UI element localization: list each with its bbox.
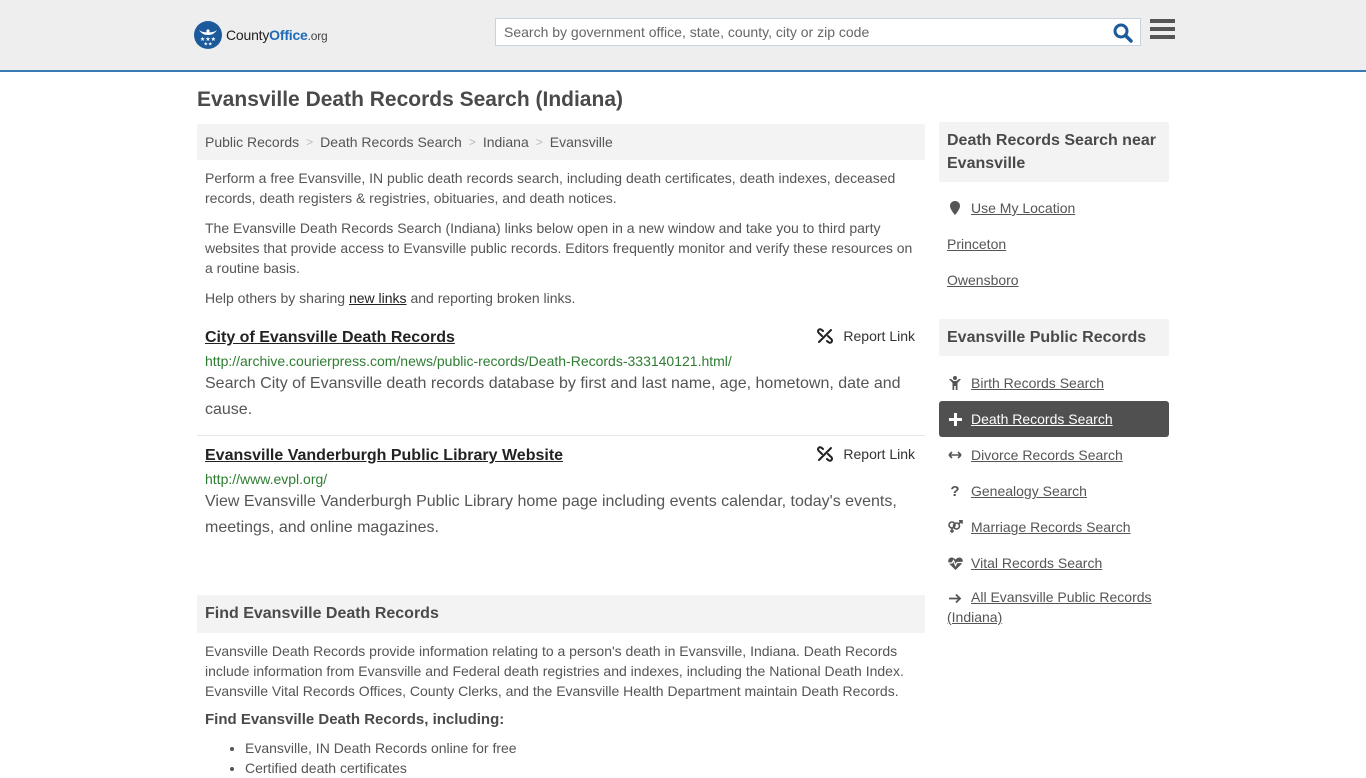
venus-mars-icon xyxy=(947,520,963,534)
public-records-heading: Evansville Public Records xyxy=(939,319,1169,356)
hamburger-menu-icon xyxy=(1150,19,1175,23)
princeton-link[interactable]: Princeton xyxy=(947,236,1006,252)
list-item: Certified death certificates xyxy=(245,758,917,778)
help-text: and reporting broken links. xyxy=(406,290,576,306)
owensboro-link[interactable]: Owensboro xyxy=(947,272,1019,288)
list-item: Evansville, IN Death Records online for … xyxy=(245,738,917,758)
breadcrumb-public-records[interactable]: Public Records xyxy=(205,134,299,150)
plus-icon xyxy=(947,412,963,426)
result-description: Search City of Evansville death records … xyxy=(205,375,901,418)
result-title-link[interactable]: City of Evansville Death Records xyxy=(205,326,455,350)
new-links-link[interactable]: new links xyxy=(349,290,407,306)
divorce-records-link[interactable]: Divorce Records Search xyxy=(971,447,1123,463)
find-records-subheading: Find Evansville Death Records, including… xyxy=(205,711,505,728)
nearby-heading: Death Records Search near Evansville xyxy=(939,122,1169,182)
sidebar-item-vital-records[interactable]: Vital Records Search xyxy=(939,545,1169,581)
breadcrumb-separator: > xyxy=(535,135,543,149)
arrow-right-icon xyxy=(947,593,963,604)
all-public-records-link[interactable]: All Evansville Public Records (Indiana) xyxy=(947,589,1152,625)
death-records-link[interactable]: Death Records Search xyxy=(971,411,1113,427)
search-button[interactable] xyxy=(1112,22,1134,44)
report-link-label: Report Link xyxy=(843,446,915,462)
sidebar-item-birth-records[interactable]: Birth Records Search xyxy=(939,365,1169,401)
result-title-link[interactable]: Evansville Vanderburgh Public Library We… xyxy=(205,444,563,468)
sidebar-item-owensboro[interactable]: Owensboro xyxy=(939,262,1169,298)
breadcrumb-separator: > xyxy=(468,135,476,149)
breadcrumb-separator: > xyxy=(306,135,314,149)
use-my-location-link[interactable]: Use My Location xyxy=(971,200,1075,216)
genealogy-link[interactable]: Genealogy Search xyxy=(971,483,1087,499)
heartbeat-icon xyxy=(947,556,963,570)
svg-text:★★: ★★ xyxy=(204,42,213,47)
find-records-list: Evansville, IN Death Records online for … xyxy=(197,728,925,778)
logo-text: CountyOffice.org xyxy=(226,27,328,43)
sidebar: Death Records Search near Evansville Use… xyxy=(939,122,1169,627)
result-url: http://www.evpl.org/ xyxy=(205,471,328,487)
intro-paragraph: The Evansville Death Records Search (Ind… xyxy=(205,220,913,276)
hamburger-bar xyxy=(1150,27,1175,31)
help-text: Help others by sharing xyxy=(205,290,349,306)
logo-eagle-icon: ★★★ ★★ xyxy=(194,21,222,49)
nearby-list: Use My Location Princeton Owensboro xyxy=(939,182,1169,298)
help-paragraph: Help others by sharing new links and rep… xyxy=(205,288,917,308)
broken-link-icon xyxy=(817,446,834,462)
breadcrumb: Public Records > Death Records Search > … xyxy=(197,124,925,160)
page-title: Evansville Death Records Search (Indiana… xyxy=(197,88,623,111)
map-marker-icon xyxy=(947,201,963,215)
marriage-records-link[interactable]: Marriage Records Search xyxy=(971,519,1131,535)
main-content: Public Records > Death Records Search > … xyxy=(197,124,925,778)
breadcrumb-death-records-search[interactable]: Death Records Search xyxy=(320,134,462,150)
site-header: ★★★ ★★ CountyOffice.org xyxy=(0,0,1366,72)
search-icon xyxy=(1113,23,1133,43)
report-link-button[interactable]: Report Link xyxy=(817,446,915,462)
child-icon xyxy=(947,376,963,390)
report-link-button[interactable]: Report Link xyxy=(817,328,915,344)
public-records-list: Birth Records Search Death Records Searc… xyxy=(939,356,1169,627)
vital-records-link[interactable]: Vital Records Search xyxy=(971,555,1102,571)
arrows-horizontal-icon xyxy=(947,450,963,460)
sidebar-item-all-public-records[interactable]: All Evansville Public Records (Indiana) xyxy=(939,581,1169,627)
hamburger-bar xyxy=(1150,35,1175,39)
find-records-paragraph: Evansville Death Records provide informa… xyxy=(205,643,904,699)
result-item: Evansville Vanderburgh Public Library We… xyxy=(197,435,925,553)
result-description: View Evansville Vanderburgh Public Libra… xyxy=(205,493,897,536)
intro-text: Perform a free Evansville, IN public dea… xyxy=(197,160,925,308)
search-bar xyxy=(495,18,1141,46)
search-input[interactable] xyxy=(496,19,1096,45)
breadcrumb-evansville[interactable]: Evansville xyxy=(550,134,613,150)
sidebar-item-princeton[interactable]: Princeton xyxy=(939,226,1169,262)
sidebar-item-use-my-location[interactable]: Use My Location xyxy=(939,190,1169,226)
sidebar-item-death-records[interactable]: Death Records Search xyxy=(939,401,1169,437)
broken-link-icon xyxy=(817,328,834,344)
sidebar-item-genealogy[interactable]: ? Genealogy Search xyxy=(939,473,1169,509)
hamburger-menu-button[interactable] xyxy=(1150,19,1175,43)
sidebar-item-divorce-records[interactable]: Divorce Records Search xyxy=(939,437,1169,473)
site-logo[interactable]: ★★★ ★★ CountyOffice.org xyxy=(194,21,328,49)
result-url: http://archive.courierpress.com/news/pub… xyxy=(205,353,732,369)
result-item: City of Evansville Death Records Report … xyxy=(197,318,925,435)
birth-records-link[interactable]: Birth Records Search xyxy=(971,375,1104,391)
question-icon: ? xyxy=(950,482,960,500)
intro-paragraph: Perform a free Evansville, IN public dea… xyxy=(205,170,896,206)
breadcrumb-indiana[interactable]: Indiana xyxy=(483,134,529,150)
sidebar-item-marriage-records[interactable]: Marriage Records Search xyxy=(939,509,1169,545)
find-records-heading: Find Evansville Death Records xyxy=(197,595,925,633)
report-link-label: Report Link xyxy=(843,328,915,344)
